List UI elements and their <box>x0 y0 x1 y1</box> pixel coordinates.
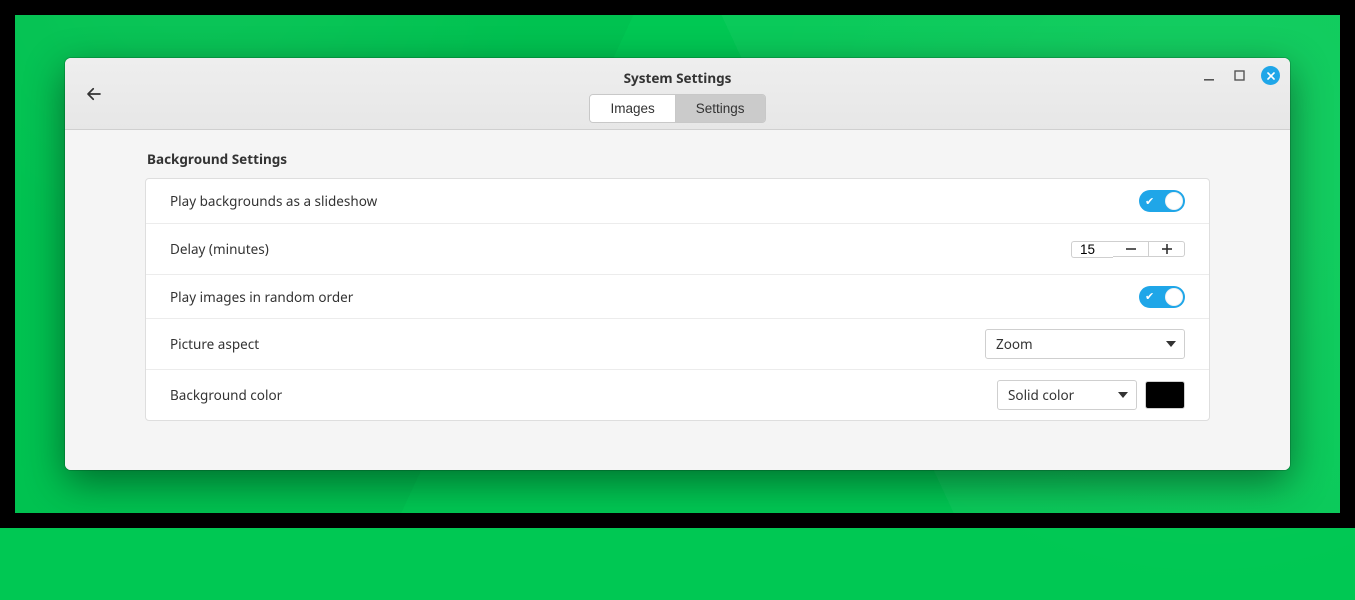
row-aspect-label: Picture aspect <box>170 335 259 353</box>
aspect-select[interactable]: Zoom <box>985 329 1185 359</box>
minimize-button[interactable] <box>1199 66 1218 85</box>
minus-icon <box>1124 242 1138 256</box>
titlebar: System Settings Images Settings <box>65 58 1290 130</box>
chevron-down-icon <box>1166 341 1176 347</box>
row-delay: Delay (minutes) <box>146 223 1209 274</box>
bgcolor-swatch-button[interactable] <box>1145 381 1185 409</box>
settings-window: System Settings Images Settings Backgrou… <box>65 58 1290 470</box>
minimize-icon <box>1203 70 1215 82</box>
close-icon <box>1266 71 1276 81</box>
maximize-button[interactable] <box>1230 66 1249 85</box>
delay-decrement-button[interactable] <box>1113 241 1149 257</box>
section-title: Background Settings <box>147 150 1210 168</box>
row-slideshow-label: Play backgrounds as a slideshow <box>170 192 377 210</box>
delay-increment-button[interactable] <box>1149 241 1185 257</box>
settings-list: Play backgrounds as a slideshow ✔ Delay … <box>145 178 1210 421</box>
bgcolor-select[interactable]: Solid color <box>997 380 1137 410</box>
row-slideshow: Play backgrounds as a slideshow ✔ <box>146 179 1209 223</box>
tab-images[interactable]: Images <box>590 95 674 122</box>
toggle-knob <box>1165 192 1183 210</box>
delay-stepper <box>1071 234 1185 264</box>
row-delay-label: Delay (minutes) <box>170 240 269 258</box>
plus-icon <box>1160 242 1174 256</box>
maximize-icon <box>1234 70 1245 81</box>
delay-input[interactable] <box>1071 241 1113 258</box>
window-controls <box>1199 66 1280 85</box>
tab-group: Images Settings <box>589 94 765 123</box>
close-button[interactable] <box>1261 66 1280 85</box>
bgcolor-select-value: Solid color <box>1008 386 1074 404</box>
check-icon: ✔ <box>1145 196 1154 207</box>
chevron-down-icon <box>1118 392 1128 398</box>
aspect-select-value: Zoom <box>996 335 1033 353</box>
row-random-label: Play images in random order <box>170 288 353 306</box>
bgcolor-swatch <box>1148 384 1182 406</box>
row-bgcolor-label: Background color <box>170 386 282 404</box>
window-title: System Settings <box>65 69 1290 87</box>
row-random: Play images in random order ✔ <box>146 274 1209 318</box>
toggle-knob <box>1165 288 1183 306</box>
row-aspect: Picture aspect Zoom <box>146 318 1209 369</box>
content-area: Background Settings Play backgrounds as … <box>65 130 1290 470</box>
row-bgcolor: Background color Solid color <box>146 369 1209 420</box>
check-icon: ✔ <box>1145 291 1154 302</box>
random-toggle[interactable]: ✔ <box>1139 286 1185 308</box>
tab-settings[interactable]: Settings <box>675 95 765 122</box>
tab-bar: Images Settings <box>65 94 1290 123</box>
slideshow-toggle[interactable]: ✔ <box>1139 190 1185 212</box>
